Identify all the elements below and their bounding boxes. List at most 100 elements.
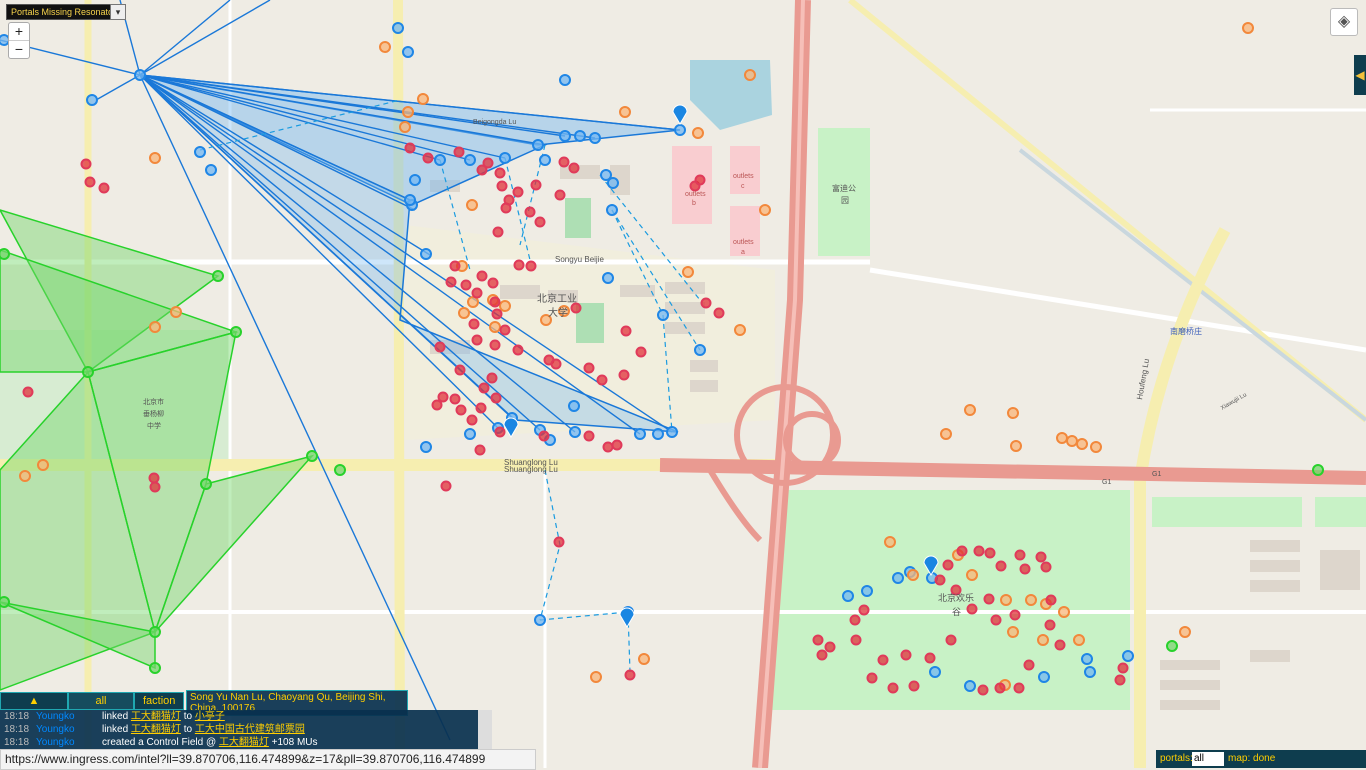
portal-resistance[interactable] (569, 426, 581, 438)
portal-red[interactable] (1045, 594, 1057, 606)
portal-neutral[interactable] (149, 321, 161, 333)
portal-resistance[interactable] (534, 614, 546, 626)
portal-red[interactable] (524, 206, 536, 218)
portal-red[interactable] (512, 186, 524, 198)
portal-red[interactable] (977, 684, 989, 696)
portal-resistance[interactable] (1122, 650, 1134, 662)
portal-red[interactable] (568, 162, 580, 174)
portal-resistance[interactable] (499, 152, 511, 164)
portal-neutral[interactable] (619, 106, 631, 118)
portal-neutral[interactable] (1090, 441, 1102, 453)
portal-enlightened[interactable] (149, 626, 161, 638)
layers-icon[interactable]: ◈ (1330, 8, 1358, 36)
portal-resistance[interactable] (532, 139, 544, 151)
portal-resistance[interactable] (674, 124, 686, 136)
portal-neutral[interactable] (682, 266, 694, 278)
portal-resistance[interactable] (392, 22, 404, 34)
portal-red[interactable] (887, 682, 899, 694)
portal-enlightened[interactable] (200, 478, 212, 490)
portal-red[interactable] (466, 414, 478, 426)
portal-enlightened[interactable] (0, 248, 10, 260)
portal-enlightened[interactable] (149, 662, 161, 674)
portal-resistance[interactable] (964, 680, 976, 692)
portal-red[interactable] (812, 634, 824, 646)
portal-red[interactable] (816, 649, 828, 661)
portal-red[interactable] (877, 654, 889, 666)
portal-resistance[interactable] (559, 130, 571, 142)
portal-red[interactable] (148, 472, 160, 484)
portal-neutral[interactable] (1242, 22, 1254, 34)
portal-red[interactable] (487, 277, 499, 289)
portal-red[interactable] (1044, 619, 1056, 631)
portal-red[interactable] (624, 669, 636, 681)
portal-red[interactable] (596, 374, 608, 386)
portal-red[interactable] (492, 226, 504, 238)
portal-red[interactable] (460, 279, 472, 291)
portal-resistance[interactable] (634, 428, 646, 440)
portal-resistance[interactable] (539, 154, 551, 166)
portal-red[interactable] (80, 158, 92, 170)
chat-scrollbar[interactable] (478, 710, 492, 750)
portal-red[interactable] (449, 260, 461, 272)
portal-red[interactable] (475, 402, 487, 414)
portal-red[interactable] (489, 339, 501, 351)
portal-red[interactable] (440, 480, 452, 492)
portal-red[interactable] (700, 297, 712, 309)
portal-red[interactable] (553, 536, 565, 548)
portal-red[interactable] (602, 441, 614, 453)
portal-red[interactable] (858, 604, 870, 616)
portal-red[interactable] (1114, 674, 1126, 686)
portal-neutral[interactable] (1010, 440, 1022, 452)
portal-red[interactable] (434, 341, 446, 353)
portal-red[interactable] (849, 614, 861, 626)
portal-neutral[interactable] (734, 324, 746, 336)
portal-neutral[interactable] (1056, 432, 1068, 444)
portal-resistance[interactable] (434, 154, 446, 166)
portal-neutral[interactable] (1058, 606, 1070, 618)
portal-red[interactable] (499, 324, 511, 336)
portal-red[interactable] (404, 142, 416, 154)
chat-log[interactable]: 18:18 Youngko linked 工大翻猫灯 to 小亭子 18:18 … (0, 710, 492, 750)
portal-red[interactable] (503, 194, 515, 206)
portal-neutral[interactable] (170, 306, 182, 318)
portal-red[interactable] (924, 652, 936, 664)
portal-red[interactable] (437, 391, 449, 403)
portal-red[interactable] (530, 179, 542, 191)
portal-resistance[interactable] (194, 146, 206, 158)
portal-red[interactable] (468, 318, 480, 330)
portal-neutral[interactable] (1066, 435, 1078, 447)
portal-resistance[interactable] (1084, 666, 1096, 678)
portal-resistance[interactable] (205, 164, 217, 176)
portal-neutral[interactable] (402, 106, 414, 118)
portal-red[interactable] (453, 146, 465, 158)
portal-red[interactable] (984, 547, 996, 559)
portal-enlightened[interactable] (212, 270, 224, 282)
portal-red[interactable] (476, 270, 488, 282)
portal-red[interactable] (973, 545, 985, 557)
portal-red[interactable] (558, 156, 570, 168)
chat-collapse-button[interactable]: ▲ (0, 692, 68, 710)
portal-neutral[interactable] (966, 569, 978, 581)
portal-neutral[interactable] (964, 404, 976, 416)
portal-neutral[interactable] (467, 296, 479, 308)
portal-red[interactable] (525, 260, 537, 272)
portal-resistance[interactable] (666, 426, 678, 438)
portal-red[interactable] (1019, 563, 1031, 575)
portal-red[interactable] (850, 634, 862, 646)
portal-neutral[interactable] (1076, 438, 1088, 450)
portal-red[interactable] (956, 545, 968, 557)
portal-resistance[interactable] (861, 585, 873, 597)
portal-neutral[interactable] (692, 127, 704, 139)
portal-neutral[interactable] (466, 199, 478, 211)
portal-resistance[interactable] (657, 309, 669, 321)
portal-neutral[interactable] (1073, 634, 1085, 646)
portal-enlightened[interactable] (230, 326, 242, 338)
portal-neutral[interactable] (379, 41, 391, 53)
portal-red[interactable] (445, 276, 457, 288)
portal-resistance[interactable] (134, 69, 146, 81)
portal-enlightened[interactable] (1312, 464, 1324, 476)
portal-neutral[interactable] (940, 428, 952, 440)
portal-red[interactable] (422, 152, 434, 164)
portal-resistance[interactable] (464, 428, 476, 440)
portal-neutral[interactable] (1000, 594, 1012, 606)
